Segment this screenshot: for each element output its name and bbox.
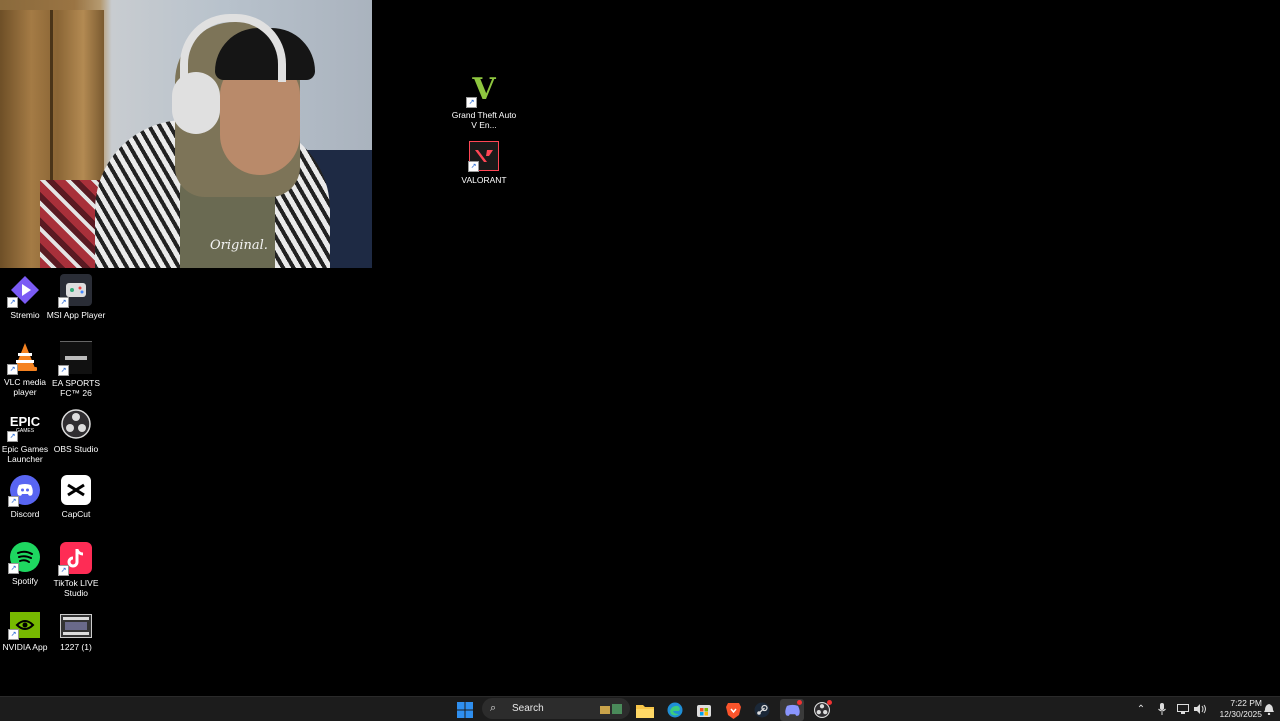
desktop-icon-gta-v[interactable]: V ↗ Grand Theft Auto V En...	[451, 74, 517, 131]
taskbar-discord[interactable]	[780, 699, 804, 721]
video-file-icon	[60, 614, 92, 638]
shirt-text: Original.	[210, 238, 268, 253]
desktop-icon-tiktok-live-studio[interactable]: ↗ TikTok LIVE Studio	[43, 542, 109, 598]
desktop-icon-label: OBS Studio	[53, 444, 99, 454]
tray-volume-icon[interactable]	[1193, 697, 1207, 721]
search-placeholder: Search	[512, 703, 544, 714]
epic-games-icon: EPIC GAMES ↗	[7, 408, 41, 442]
msi-app-player-icon: ↗	[58, 274, 92, 308]
taskbar-obs[interactable]	[810, 699, 834, 721]
windows-start-icon	[457, 702, 473, 718]
webcam-overlay: Original.	[0, 0, 372, 268]
search-highlight-icon	[600, 702, 624, 721]
clock-date: 12/30/2025	[1219, 709, 1262, 719]
desktop-icon-obs-studio[interactable]: OBS Studio	[43, 408, 109, 454]
taskbar-file-explorer[interactable]	[633, 699, 657, 721]
desktop-icon-label: TikTok LIVE Studio	[53, 578, 99, 598]
desktop-icon-label: Grand Theft Auto V En...	[451, 110, 517, 130]
taskbar-steam[interactable]	[750, 699, 774, 721]
edge-icon	[667, 702, 683, 718]
spotify-icon: ↗	[8, 542, 40, 574]
discord-icon	[784, 704, 800, 716]
gta-v-icon: V ↗	[466, 74, 500, 108]
desktop-icon-1227-video[interactable]: 1227 (1)	[43, 614, 109, 652]
desktop-icon-capcut[interactable]: CapCut	[43, 475, 109, 519]
taskbar-edge[interactable]	[663, 699, 687, 721]
desktop-icon-valorant[interactable]: ↗ VALORANT	[451, 141, 517, 185]
desktop-icon-label: MSI App Player	[46, 310, 106, 320]
taskbar-brave[interactable]	[721, 699, 745, 721]
capcut-icon	[61, 475, 91, 505]
tiktok-live-icon: ↗	[58, 542, 92, 576]
file-explorer-icon	[636, 704, 654, 718]
desktop-icon-label: EA SPORTS FC™ 26	[51, 378, 101, 398]
ea-sports-fc-icon: ↗	[58, 341, 92, 376]
desktop-icon-msi-app-player[interactable]: ↗ MSI App Player	[43, 274, 109, 320]
search-icon: ⌕	[490, 702, 497, 714]
taskbar-search-box[interactable]: ⌕ Search	[482, 698, 630, 719]
store-icon	[697, 705, 711, 717]
valorant-icon: ↗	[468, 141, 499, 172]
tray-overflow-chevron-icon[interactable]: ⌃	[1134, 697, 1148, 721]
desktop-icon-label: VALORANT	[461, 175, 507, 185]
start-button[interactable]	[453, 699, 477, 721]
steam-icon	[754, 702, 770, 718]
stremio-icon: ↗	[7, 274, 41, 308]
obs-studio-icon	[60, 408, 92, 440]
discord-icon: ↗	[8, 475, 40, 507]
clock-time: 7:22 PM	[1230, 698, 1262, 708]
vlc-icon: ↗	[7, 341, 41, 375]
desktop-icon-ea-sports-fc[interactable]: ↗ EA SPORTS FC™ 26	[43, 341, 109, 398]
recording-dot	[827, 700, 832, 705]
tray-network-icon[interactable]	[1176, 697, 1190, 721]
taskbar-store[interactable]	[692, 699, 716, 721]
taskbar: ⌕ Search ⌃ 7:22 PM 12/30/2025	[0, 696, 1280, 721]
taskbar-clock[interactable]: 7:22 PM 12/30/2025	[1212, 698, 1262, 720]
desktop-icon-label: 1227 (1)	[60, 642, 92, 652]
desktop-icon-label: CapCut	[61, 509, 91, 519]
headset-ear-cup	[172, 72, 220, 134]
tray-microphone-icon[interactable]	[1155, 697, 1169, 721]
nvidia-icon: ↗	[8, 612, 40, 640]
notification-bell-icon[interactable]	[1263, 697, 1275, 721]
brave-icon	[725, 702, 741, 719]
notification-dot	[797, 700, 802, 705]
